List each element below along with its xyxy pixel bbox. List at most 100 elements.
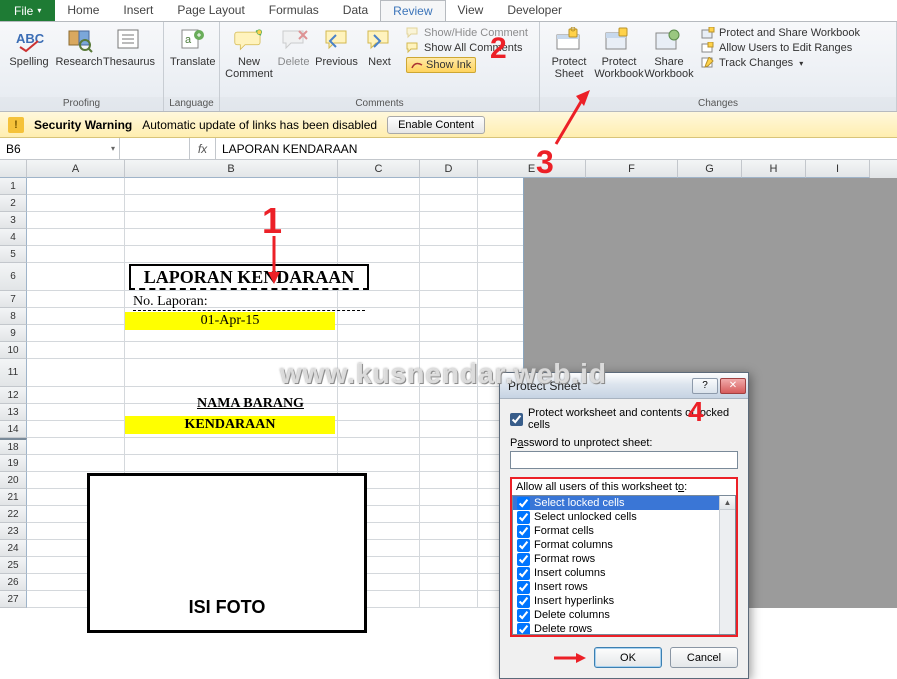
row-header[interactable]: 27 bbox=[0, 591, 27, 608]
tab-page-layout[interactable]: Page Layout bbox=[165, 0, 256, 21]
show-hide-comment[interactable]: Show/Hide Comment bbox=[403, 26, 531, 40]
row-header[interactable]: 5 bbox=[0, 246, 27, 263]
annotation-arrow bbox=[552, 651, 586, 665]
next-comment-button[interactable]: Next bbox=[360, 24, 399, 68]
permissions-list[interactable]: Select locked cells Select unlocked cell… bbox=[512, 495, 736, 635]
col-header[interactable]: F bbox=[586, 160, 678, 178]
protect-sheet-button[interactable]: Protect Sheet bbox=[544, 24, 594, 80]
row-header[interactable]: 19 bbox=[0, 455, 27, 472]
select-all-corner[interactable] bbox=[0, 160, 27, 178]
permission-item[interactable]: Format cells bbox=[513, 524, 735, 538]
cancel-button[interactable]: Cancel bbox=[670, 647, 738, 668]
row-header[interactable]: 14 bbox=[0, 421, 27, 438]
permission-item[interactable]: Format columns bbox=[513, 538, 735, 552]
share-workbook-button[interactable]: Share Workbook bbox=[644, 24, 694, 80]
svg-text:a: a bbox=[185, 34, 192, 46]
col-header[interactable]: B bbox=[125, 160, 338, 178]
col-header[interactable]: C bbox=[338, 160, 420, 178]
permission-item[interactable]: Insert rows bbox=[513, 580, 735, 594]
password-input[interactable] bbox=[510, 451, 738, 469]
formula-bar: B6 fx LAPORAN KENDARAAN bbox=[0, 138, 897, 160]
tab-file[interactable]: File bbox=[0, 0, 55, 21]
svg-text:ABC: ABC bbox=[16, 31, 44, 46]
row-header[interactable]: 3 bbox=[0, 212, 27, 229]
row-header[interactable]: 26 bbox=[0, 574, 27, 591]
tab-view[interactable]: View bbox=[446, 0, 496, 21]
row-header[interactable]: 6 bbox=[0, 263, 27, 291]
name-box[interactable]: B6 bbox=[0, 138, 120, 159]
scrollbar[interactable]: ▲ bbox=[719, 496, 735, 634]
row-header[interactable]: 7 bbox=[0, 291, 27, 308]
enable-content-button[interactable]: Enable Content bbox=[387, 116, 485, 134]
dialog-title: Protect Sheet bbox=[508, 379, 581, 393]
row-headers: 1 2 3 4 5 6 7 8 9 10 11 12 13 14 18 19 2… bbox=[0, 178, 27, 608]
col-header[interactable]: E bbox=[478, 160, 586, 178]
tab-developer[interactable]: Developer bbox=[495, 0, 574, 21]
row-header[interactable]: 25 bbox=[0, 557, 27, 574]
security-warning-label: Security Warning bbox=[34, 118, 132, 132]
previous-comment-button[interactable]: Previous bbox=[313, 24, 360, 68]
row-header[interactable]: 13 bbox=[0, 404, 27, 421]
tab-review[interactable]: Review bbox=[380, 0, 445, 21]
row-header[interactable]: 24 bbox=[0, 540, 27, 557]
translate-button[interactable]: aTranslate bbox=[168, 24, 217, 68]
col-header[interactable]: D bbox=[420, 160, 478, 178]
dialog-close-button[interactable]: ✕ bbox=[720, 378, 746, 394]
fx-icon[interactable]: fx bbox=[190, 138, 216, 159]
group-language: Language bbox=[164, 97, 219, 111]
permission-item[interactable]: Format rows bbox=[513, 552, 735, 566]
thesaurus-button[interactable]: Thesaurus bbox=[104, 24, 154, 68]
row-header[interactable]: 21 bbox=[0, 489, 27, 506]
research-button[interactable]: Research bbox=[54, 24, 104, 68]
group-comments: Comments bbox=[220, 97, 539, 111]
row-header[interactable]: 1 bbox=[0, 178, 27, 195]
row-header[interactable]: 23 bbox=[0, 523, 27, 540]
permission-item[interactable]: Delete rows bbox=[513, 622, 735, 635]
security-message: Automatic update of links has been disab… bbox=[142, 118, 377, 132]
tab-insert[interactable]: Insert bbox=[111, 0, 165, 21]
col-header[interactable]: I bbox=[806, 160, 870, 178]
allow-edit-ranges[interactable]: Allow Users to Edit Ranges bbox=[698, 41, 863, 55]
password-label: Password to unprotect sheet: bbox=[510, 437, 738, 449]
permission-item[interactable]: Insert hyperlinks bbox=[513, 594, 735, 608]
delete-comment-button[interactable]: Delete bbox=[274, 24, 313, 68]
tab-formulas[interactable]: Formulas bbox=[257, 0, 331, 21]
ribbon: ABCSpelling Research Thesaurus Proofing … bbox=[0, 22, 897, 112]
row-header[interactable]: 20 bbox=[0, 472, 27, 489]
ok-button[interactable]: OK bbox=[594, 647, 662, 668]
allow-users-label: Allow all users of this worksheet to: bbox=[512, 479, 736, 493]
permission-item[interactable]: Select locked cells bbox=[513, 496, 735, 510]
show-all-comments[interactable]: Show All Comments bbox=[403, 41, 531, 55]
dialog-help-button[interactable]: ? bbox=[692, 378, 718, 394]
row-header[interactable]: 22 bbox=[0, 506, 27, 523]
permission-item[interactable]: Delete columns bbox=[513, 608, 735, 622]
row-header[interactable]: 11 bbox=[0, 359, 27, 387]
col-header[interactable]: A bbox=[27, 160, 125, 178]
col-header[interactable]: H bbox=[742, 160, 806, 178]
spelling-button[interactable]: ABCSpelling bbox=[4, 24, 54, 68]
tab-data[interactable]: Data bbox=[331, 0, 380, 21]
row-header[interactable]: 18 bbox=[0, 438, 27, 455]
group-proofing: Proofing bbox=[0, 97, 163, 111]
formula-input[interactable]: LAPORAN KENDARAAN bbox=[216, 138, 897, 159]
row-header[interactable]: 12 bbox=[0, 387, 27, 404]
show-ink[interactable]: Show Ink bbox=[403, 56, 531, 74]
new-comment-button[interactable]: New Comment bbox=[224, 24, 274, 80]
permission-item[interactable]: Select unlocked cells bbox=[513, 510, 735, 524]
track-changes[interactable]: Track Changes▾ bbox=[698, 56, 863, 70]
shield-icon: ! bbox=[8, 117, 24, 133]
permission-item[interactable]: Insert columns bbox=[513, 566, 735, 580]
ribbon-tabs: File Home Insert Page Layout Formulas Da… bbox=[0, 0, 897, 22]
protect-share-workbook[interactable]: Protect and Share Workbook bbox=[698, 26, 863, 40]
security-bar: ! Security Warning Automatic update of l… bbox=[0, 112, 897, 138]
row-header[interactable]: 2 bbox=[0, 195, 27, 212]
spreadsheet-grid[interactable]: A B C D E F G H I 1 2 3 4 5 6 7 8 9 10 1… bbox=[0, 160, 897, 608]
row-header[interactable]: 8 bbox=[0, 308, 27, 325]
tab-home[interactable]: Home bbox=[55, 0, 111, 21]
row-header[interactable]: 10 bbox=[0, 342, 27, 359]
protect-worksheet-checkbox[interactable]: Protect worksheet and contents of locked… bbox=[510, 407, 738, 431]
row-header[interactable]: 4 bbox=[0, 229, 27, 246]
row-header[interactable]: 9 bbox=[0, 325, 27, 342]
protect-workbook-button[interactable]: Protect Workbook bbox=[594, 24, 644, 80]
col-header[interactable]: G bbox=[678, 160, 742, 178]
